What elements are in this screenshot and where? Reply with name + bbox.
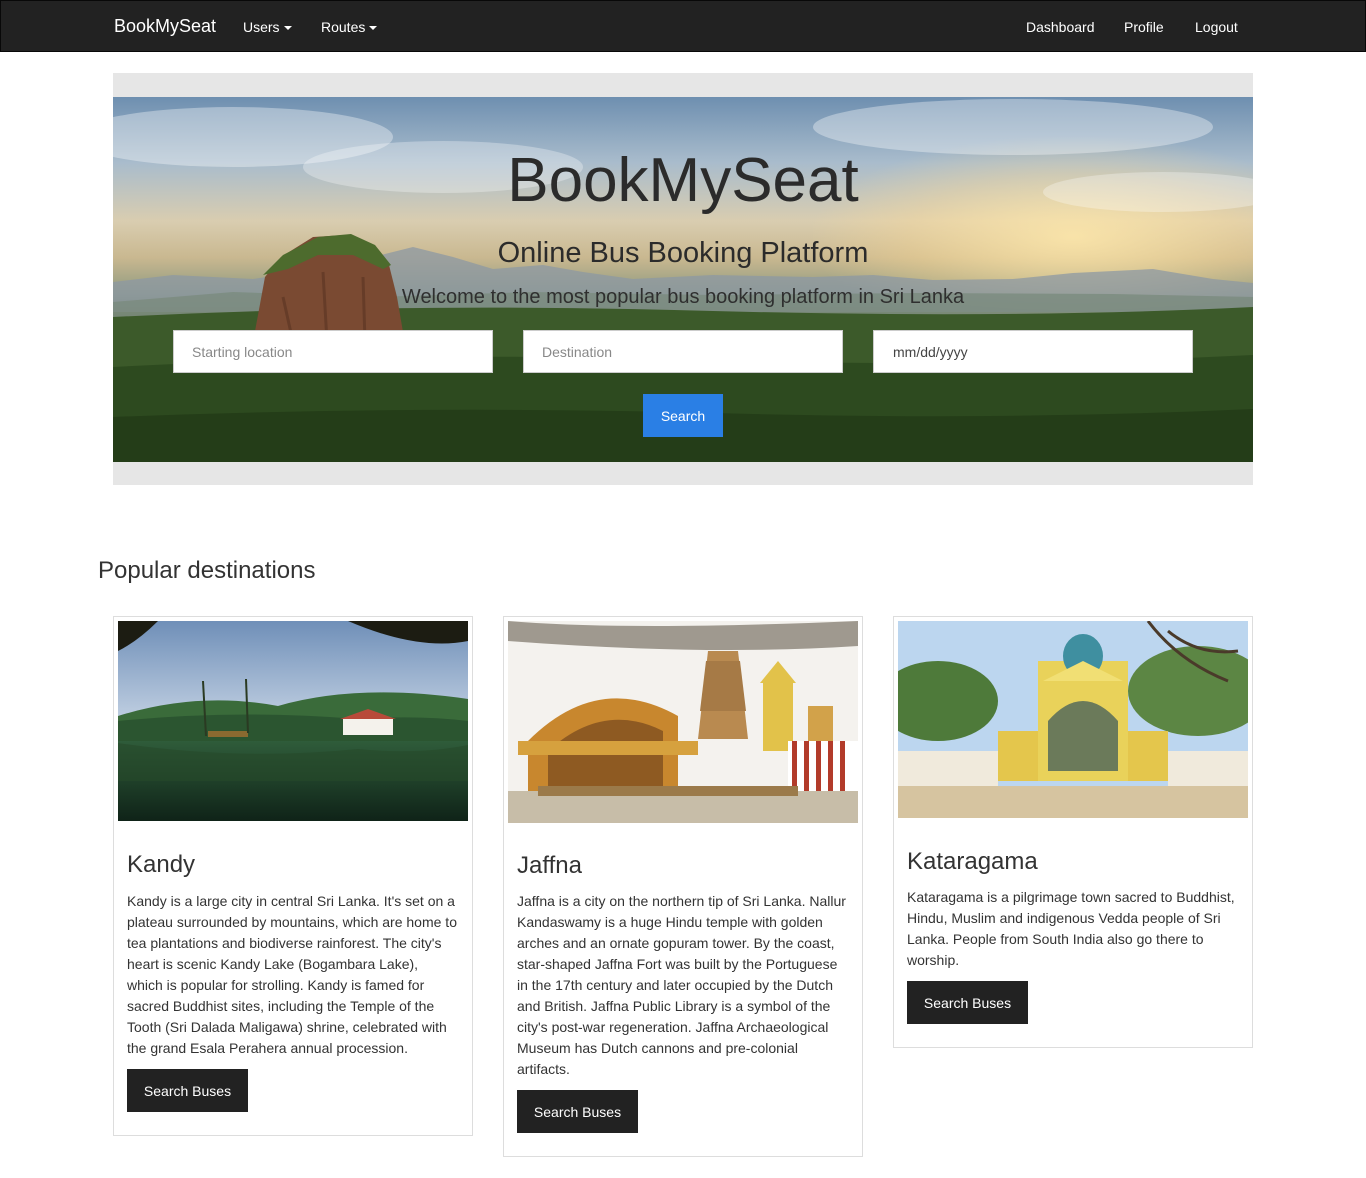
card-title-kataragama: Kataragama [907, 848, 1038, 875]
card-title-kandy: Kandy [127, 851, 196, 878]
nav-routes-dropdown[interactable]: Routes [321, 19, 378, 35]
destination-input[interactable] [523, 330, 843, 373]
date-input[interactable]: mm/dd/yyyy [873, 330, 1193, 373]
destination-card-jaffna: Jaffna Jaffna is a city on the northern … [503, 616, 863, 1157]
hero-lead: Welcome to the most popular bus booking … [401, 286, 965, 308]
card-title-jaffna: Jaffna [517, 852, 582, 879]
navbar: BookMySeat Users Routes Dashboard Profil… [0, 0, 1366, 52]
section-title: Popular destinations [98, 557, 316, 584]
jaffna-image [508, 621, 858, 823]
nav-routes-label: Routes [321, 19, 366, 35]
caret-down-icon [283, 26, 292, 31]
jumbotron: BookMySeat Online Bus Booking Platform W… [113, 73, 1253, 485]
kandy-image [118, 621, 468, 821]
search-buses-button-kataragama[interactable]: Search Buses [907, 981, 1028, 1024]
search-buses-button-jaffna[interactable]: Search Buses [517, 1090, 638, 1133]
nav-logout-link[interactable]: Logout [1195, 19, 1238, 35]
hero-title: BookMySeat [507, 146, 859, 215]
search-buses-button-kandy[interactable]: Search Buses [127, 1069, 248, 1112]
search-button[interactable]: Search [643, 394, 723, 437]
hero-banner: BookMySeat Online Bus Booking Platform W… [113, 97, 1253, 462]
starting-location-input[interactable] [173, 330, 493, 373]
caret-down-icon [369, 26, 378, 31]
card-text-kataragama: Kataragama is a pilgrimage town sacred t… [907, 889, 1235, 968]
destination-card-kandy: Kandy Kandy is a large city in central S… [113, 616, 473, 1136]
card-text-kandy: Kandy is a large city in central Sri Lan… [127, 893, 457, 1056]
nav-users-dropdown[interactable]: Users [243, 19, 292, 35]
card-text-jaffna: Jaffna is a city on the northern tip of … [517, 893, 846, 1077]
nav-users-label: Users [243, 19, 280, 35]
nav-profile-link[interactable]: Profile [1124, 19, 1164, 35]
destination-card-kataragama: Kataragama Kataragama is a pilgrimage to… [893, 616, 1253, 1048]
brand-link[interactable]: BookMySeat [114, 16, 216, 37]
kataragama-image [898, 621, 1248, 818]
nav-dashboard-link[interactable]: Dashboard [1026, 19, 1095, 35]
hero-subtitle: Online Bus Booking Platform [497, 237, 869, 269]
